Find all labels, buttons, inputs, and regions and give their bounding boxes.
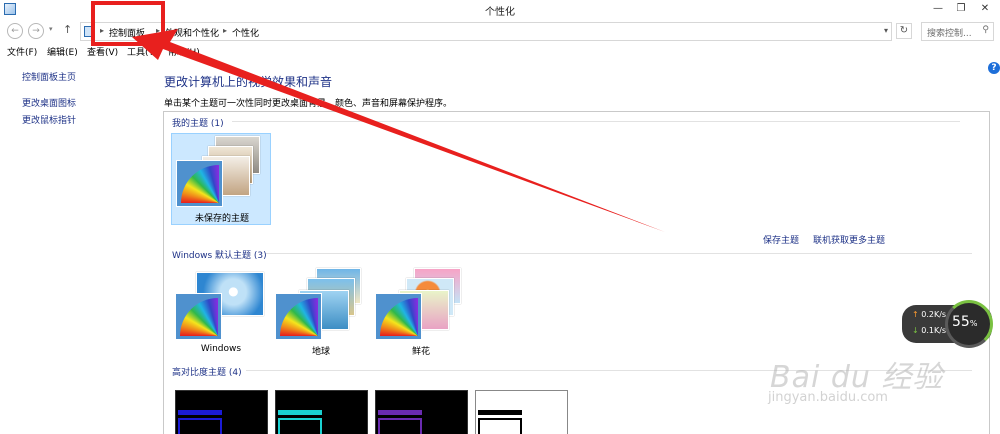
theme-label: Windows bbox=[200, 344, 242, 354]
theme-label: 鲜花 bbox=[411, 347, 430, 357]
hc-title-bar bbox=[478, 410, 522, 415]
nav-change-desktop-icons[interactable]: 更改桌面图标 bbox=[22, 96, 76, 109]
hc-title-bar bbox=[178, 410, 222, 415]
memory-percent-value: 55 bbox=[952, 314, 970, 330]
page-title: 更改计算机上的视觉效果和声音 bbox=[164, 75, 333, 89]
minimize-button[interactable]: — bbox=[927, 1, 949, 16]
hc-title-bar bbox=[278, 410, 322, 415]
section-windows-themes: Windows 默认主题 (3) bbox=[172, 251, 267, 261]
up-button[interactable]: ↑ bbox=[63, 23, 72, 36]
hc-window bbox=[178, 418, 222, 434]
breadcrumb-control-panel[interactable]: 控制面板 bbox=[109, 26, 145, 39]
title-bar: 个性化 — ❐ ✕ bbox=[0, 0, 1000, 18]
hc-window bbox=[478, 418, 522, 434]
download-speed-value: 0.1K/s bbox=[921, 326, 947, 335]
memory-percent: 55% bbox=[952, 314, 977, 330]
color-palette-icon bbox=[176, 160, 223, 207]
download-arrow-icon: ↓ bbox=[912, 326, 919, 335]
chevron-right-icon: ▸ bbox=[100, 26, 105, 35]
close-button[interactable]: ✕ bbox=[974, 1, 996, 16]
theme-high-contrast-3[interactable] bbox=[375, 390, 468, 434]
section-high-contrast-themes: 高对比度主题 (4) bbox=[172, 368, 242, 378]
nav-control-panel-home[interactable]: 控制面板主页 bbox=[22, 70, 76, 83]
menu-file[interactable]: 文件(F) bbox=[7, 45, 37, 58]
menu-bar: 文件(F) 编辑(E) 查看(V) 工具(T) 帮助(H) bbox=[0, 45, 1000, 59]
search-input[interactable]: 搜索控制... bbox=[927, 26, 972, 39]
color-palette-icon bbox=[375, 293, 422, 340]
address-dropdown-icon[interactable]: ▾ bbox=[884, 26, 888, 35]
theme-flowers[interactable]: 鲜花 bbox=[371, 266, 471, 357]
recent-dropdown-icon[interactable]: ▾ bbox=[49, 25, 53, 33]
theme-label: 地球 bbox=[311, 347, 330, 357]
theme-high-contrast-white[interactable] bbox=[475, 390, 568, 434]
address-bar[interactable]: ▸ 控制面板 ▸ 外观和个性化 ▸ 个性化 ▾ bbox=[80, 22, 892, 41]
percent-unit: % bbox=[969, 319, 978, 328]
menu-edit[interactable]: 编辑(E) bbox=[47, 45, 78, 58]
window-title: 个性化 bbox=[485, 7, 515, 18]
get-more-themes-link[interactable]: 联机获取更多主题 bbox=[813, 233, 885, 246]
theme-unsaved[interactable]: 未保存的主题 bbox=[171, 133, 271, 225]
breadcrumb-appearance[interactable]: 外观和个性化 bbox=[165, 26, 219, 39]
search-icon[interactable]: ⚲ bbox=[982, 25, 989, 35]
nav-change-mouse-pointers[interactable]: 更改鼠标指针 bbox=[22, 113, 76, 126]
page-description: 单击某个主题可一次性同时更改桌面背景、颜色、声音和屏幕保护程序。 bbox=[164, 99, 453, 109]
upload-speed-value: 0.2K/s bbox=[921, 310, 947, 319]
theme-high-contrast-1[interactable] bbox=[175, 390, 268, 434]
section-divider bbox=[232, 121, 960, 122]
forward-button[interactable]: → bbox=[28, 23, 44, 39]
download-speed: ↓ 0.1K/s bbox=[912, 326, 946, 335]
baidu-watermark-url: jingyan.baidu.com bbox=[768, 390, 888, 405]
breadcrumb-personalization[interactable]: 个性化 bbox=[232, 26, 259, 39]
maximize-button[interactable]: ❐ bbox=[950, 1, 972, 16]
back-button[interactable]: ← bbox=[7, 23, 23, 39]
hc-window bbox=[278, 418, 322, 434]
save-theme-link[interactable]: 保存主题 bbox=[763, 233, 799, 246]
help-icon[interactable]: ? bbox=[988, 62, 1000, 74]
theme-high-contrast-2[interactable] bbox=[275, 390, 368, 434]
upload-arrow-icon: ↑ bbox=[912, 310, 919, 319]
theme-windows[interactable]: Windows bbox=[171, 266, 271, 356]
search-box[interactable]: 搜索控制... ⚲ bbox=[921, 22, 994, 41]
menu-tools[interactable]: 工具(T) bbox=[127, 45, 158, 58]
hc-title-bar bbox=[378, 410, 422, 415]
section-my-themes: 我的主题 (1) bbox=[172, 119, 224, 129]
color-palette-icon bbox=[275, 293, 322, 340]
theme-earth[interactable]: 地球 bbox=[271, 266, 371, 357]
color-palette-icon bbox=[175, 293, 222, 340]
chevron-right-icon: ▸ bbox=[156, 26, 161, 35]
chevron-right-icon: ▸ bbox=[223, 26, 228, 35]
menu-view[interactable]: 查看(V) bbox=[87, 45, 118, 58]
upload-speed: ↑ 0.2K/s bbox=[912, 310, 946, 319]
navigation-bar: ← → ▾ ↑ ▸ 控制面板 ▸ 外观和个性化 ▸ 个性化 ▾ ↻ 搜索控制..… bbox=[0, 21, 1000, 42]
control-panel-icon bbox=[84, 26, 95, 37]
menu-help[interactable]: 帮助(H) bbox=[168, 45, 200, 58]
theme-label: 未保存的主题 bbox=[194, 214, 249, 224]
section-divider bbox=[266, 253, 972, 254]
hc-window bbox=[378, 418, 422, 434]
refresh-button[interactable]: ↻ bbox=[896, 23, 912, 39]
